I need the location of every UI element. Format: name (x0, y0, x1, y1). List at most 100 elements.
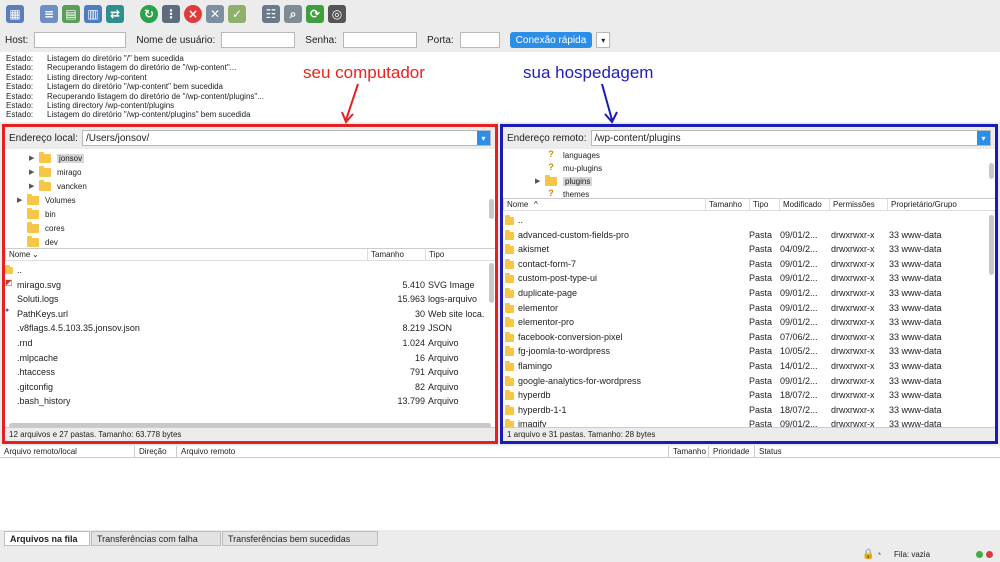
tree-item[interactable]: cores (17, 221, 65, 235)
table-row[interactable]: advanced-custom-fields-pro Pasta 09/01/2..… (503, 228, 995, 243)
chevron-down-icon[interactable]: ▾ (977, 131, 990, 145)
table-row[interactable]: duplicate-page Pasta 09/01/2... drwxrwxr-x 3… (503, 286, 995, 301)
tree-item[interactable]: ▶ Volumes (17, 193, 76, 207)
table-row[interactable]: google-analytics-for-wordpress Pasta 09/01… (503, 374, 995, 389)
toggle-log-icon[interactable]: ≡ (40, 5, 58, 23)
table-row[interactable]: ◩ mirago.svg 5.410 SVG Image (5, 278, 495, 293)
sync-browse-icon[interactable]: ⟳ (306, 5, 324, 23)
local-directory-tree[interactable]: ▶ jonsov ▶ mirago ▶ vancken ▶ Volumes bin cores de… (5, 149, 495, 249)
process-queue-icon[interactable]: ⋮ (162, 5, 180, 23)
chevron-right-icon[interactable]: ▶ (29, 168, 39, 176)
port-label: Porta: (426, 34, 454, 46)
remote-directory-tree[interactable]: ? languages? mu-plugins ▶ plugins? themes (503, 149, 995, 199)
svg-file-icon: ◩ (5, 277, 13, 287)
reconnect-icon[interactable]: ✓ (228, 5, 246, 23)
column-header[interactable]: Proprietário/Grupo (887, 199, 957, 211)
queue-column-header[interactable]: Direção (134, 446, 167, 458)
password-input[interactable] (342, 32, 417, 48)
tree-item-label: vancken (57, 181, 87, 191)
chevron-right-icon[interactable]: ▶ (17, 196, 27, 204)
username-input[interactable] (221, 32, 296, 48)
column-header[interactable]: Nome (5, 249, 30, 261)
remote-file-list[interactable]: .. advanced-custom-fields-pro Pasta 09/01/2… (503, 211, 995, 427)
folder-icon (505, 302, 514, 313)
toggle-remote-tree-icon[interactable]: ▥ (84, 5, 102, 23)
table-row[interactable]: elementor-pro Pasta 09/01/2... drwxrwxr-x 33… (503, 315, 995, 330)
port-input[interactable] (459, 32, 500, 48)
disconnect-icon[interactable]: ✕ (206, 5, 224, 23)
table-row[interactable]: elementor Pasta 09/01/2... drwxrwxr-x 33 www… (503, 301, 995, 316)
site-manager-icon[interactable]: ▦ (6, 5, 24, 23)
table-row[interactable]: fg-joomla-to-wordpress Pasta 10/05/2... drw… (503, 344, 995, 359)
local-tree-scrollbar[interactable] (489, 199, 494, 219)
tree-item[interactable]: ? themes (535, 187, 589, 198)
queue-column-header[interactable]: Arquivo remoto/local (0, 446, 77, 458)
column-header[interactable]: Tamanho (705, 199, 742, 211)
column-header[interactable]: Permissões (829, 199, 875, 211)
queue-column-header[interactable]: Prioridade (708, 446, 749, 458)
queue-column-header[interactable]: Status (754, 446, 782, 458)
remote-address-input[interactable]: /wp-content/plugins ▾ (590, 130, 991, 146)
compare-icon[interactable]: ⌕ (284, 5, 302, 23)
toggle-local-tree-icon[interactable]: ▤ (62, 5, 80, 23)
directory-filter-icon[interactable]: ☷ (262, 5, 280, 23)
tree-item[interactable]: ? mu-plugins (535, 161, 602, 175)
column-header[interactable]: Tipo (425, 249, 444, 261)
column-header[interactable]: Tamanho (367, 249, 404, 261)
table-row[interactable]: .rnd 1.024 Arquivo (5, 336, 495, 351)
table-row[interactable]: .. (5, 263, 495, 278)
table-row[interactable]: akismet Pasta 04/09/2... drwxrwxr-x 33 www-d… (503, 242, 995, 257)
message-log[interactable]: Estado: Listagem do diretório "/" bem suc… (0, 52, 1000, 122)
remote-tree-scrollbar[interactable] (989, 163, 994, 179)
transfer-queue-list[interactable] (0, 458, 1000, 530)
table-row[interactable]: .bash_history 13.799 Arquivo (5, 394, 495, 409)
table-row[interactable]: ● PathKeys.url 30 Web site loca. (5, 307, 495, 322)
queue-tab[interactable]: Transferências com falha (91, 531, 221, 546)
table-row[interactable]: .gitconfig 82 Arquivo (5, 380, 495, 395)
column-header[interactable]: Nome (503, 199, 528, 211)
chevron-right-icon[interactable]: ▶ (29, 154, 39, 162)
quickconnect-button[interactable]: Conexão rápida (509, 32, 593, 48)
tree-item[interactable]: ▶ mirago (29, 165, 81, 179)
table-row[interactable]: Soluti.logs 15.963 logs-arquivo (5, 292, 495, 307)
chevron-right-icon[interactable]: ▶ (535, 177, 545, 185)
log-message: Listagem do diretório "/" bem sucedida (47, 54, 184, 63)
table-row[interactable]: hyperdb-1-1 Pasta 18/07/2... drwxrwxr-x 33 w… (503, 403, 995, 418)
folder-icon (505, 346, 514, 357)
toggle-queue-icon[interactable]: ⇄ (106, 5, 124, 23)
table-row[interactable]: facebook-conversion-pixel Pasta 07/06/2...… (503, 330, 995, 345)
table-row[interactable]: .htaccess 791 Arquivo (5, 365, 495, 380)
queue-column-header[interactable]: Tamanho (668, 446, 706, 458)
queue-tab[interactable]: Arquivos na fila (4, 531, 90, 546)
log-line: Estado: Recuperando listagem do diretório… (6, 63, 994, 72)
table-row[interactable]: .. (503, 213, 995, 228)
refresh-icon[interactable]: ↻ (140, 5, 158, 23)
table-row[interactable]: flamingo Pasta 14/01/2... drwxrwxr-x 33 www-… (503, 359, 995, 374)
tree-item[interactable]: ▶ jonsov (29, 151, 85, 165)
chevron-right-icon[interactable]: ▶ (29, 182, 39, 190)
quickconnect-dropdown-button[interactable]: ▾ (596, 32, 611, 48)
table-row[interactable]: hyperdb Pasta 18/07/2... drwxrwxr-x 33 www-d… (503, 388, 995, 403)
tree-item[interactable]: ▶ vancken (29, 179, 87, 193)
local-address-input[interactable]: /Users/jonsov/ ▾ (81, 130, 491, 146)
search-icon[interactable]: ◎ (328, 5, 346, 23)
tree-item[interactable]: bin (17, 207, 56, 221)
sort-indicator-icon[interactable]: ⌄ (29, 249, 39, 261)
queue-tab[interactable]: Transferências bem sucedidas (222, 531, 378, 546)
table-row[interactable]: custom-post-type-ui Pasta 09/01/2... drwxrw… (503, 271, 995, 286)
table-row[interactable]: .v8flags.4.5.103.35.jonsov.json 8.219 JSON (5, 321, 495, 336)
cancel-icon[interactable]: × (184, 5, 202, 23)
tree-item[interactable]: dev (17, 235, 58, 248)
sort-indicator-icon[interactable]: ^ (531, 199, 538, 211)
host-input[interactable] (34, 32, 127, 48)
chevron-down-icon[interactable]: ▾ (477, 131, 490, 145)
table-row[interactable]: contact-form-7 Pasta 09/01/2... drwxrwxr-x 3… (503, 257, 995, 272)
queue-column-header[interactable]: Arquivo remoto (176, 446, 235, 458)
tree-item-label: plugins (563, 176, 593, 186)
table-row[interactable]: imagify Pasta 09/01/2... drwxrwxr-x 33 www-d… (503, 417, 995, 427)
column-header[interactable]: Tipo (749, 199, 768, 211)
column-header[interactable]: Modificado (779, 199, 822, 211)
table-row[interactable]: .mlpcache 16 Arquivo (5, 351, 495, 366)
tree-item[interactable]: ▶ plugins (535, 174, 593, 188)
local-file-list[interactable]: .. ◩ mirago.svg 5.410 SVG Image Soluti.logs 15… (5, 261, 495, 421)
